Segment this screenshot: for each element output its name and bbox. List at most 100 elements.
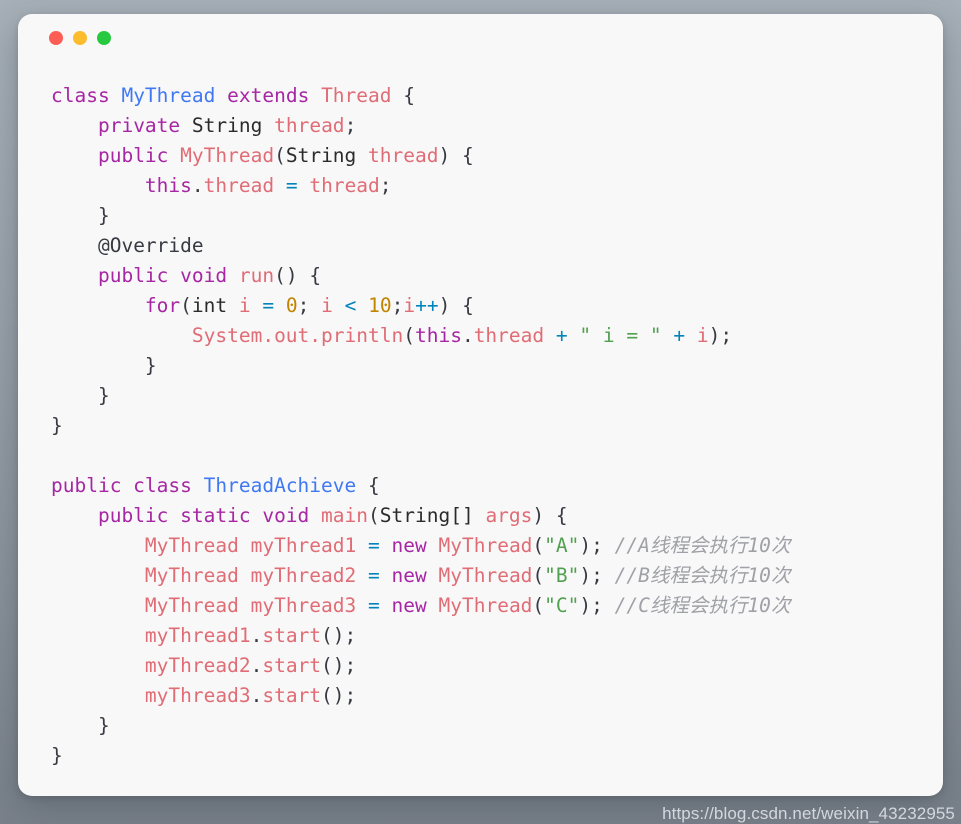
code-block[interactable]: class MyThread extends Thread { private … — [51, 81, 943, 771]
token-paren: ( — [368, 504, 380, 527]
token-operator: = — [262, 294, 275, 317]
token-operator: ++ — [415, 294, 439, 317]
code-line-19: myThread1.start(); — [51, 621, 943, 651]
token-type: String — [285, 144, 357, 167]
token-brace: { — [368, 474, 380, 497]
token-value: thread — [309, 174, 380, 197]
window-titlebar — [18, 14, 943, 62]
code-line-8: for(int i = 0; i < 10;i++) { — [51, 291, 943, 321]
code-line-5: } — [51, 201, 943, 231]
token-method-name: start — [262, 624, 322, 647]
token-type: MyThread — [144, 564, 239, 587]
token-keyword: public static void — [97, 504, 310, 527]
token-semicolon: ; — [379, 174, 392, 197]
token-keyword: public — [97, 144, 169, 167]
token-paren: ( — [532, 594, 545, 617]
token-brace: } — [51, 414, 63, 437]
code-line-20: myThread2.start(); — [51, 651, 943, 681]
token-keyword: public void — [97, 264, 228, 287]
token-operator: < — [344, 294, 357, 317]
token-field: thread — [203, 174, 275, 197]
token-brace: } — [97, 384, 110, 407]
code-line-23: } — [51, 741, 943, 771]
token-annotation: @Override — [97, 234, 204, 257]
code-line-7: public void run() { — [51, 261, 943, 291]
code-area[interactable]: class MyThread extends Thread { private … — [18, 62, 943, 771]
token-paren: ( — [532, 564, 545, 587]
token-brace: { — [462, 294, 474, 317]
code-line-9: System.out.println(this.thread + " i = "… — [51, 321, 943, 351]
token-variable: myThread3 — [144, 684, 251, 707]
watermark-url: https://blog.csdn.net/weixin_43232955 — [662, 804, 955, 823]
token-paren: ) — [708, 324, 721, 347]
token-paren: () — [274, 264, 298, 287]
token-field: thread — [473, 324, 545, 347]
token-operator: = — [368, 594, 380, 617]
token-operator: = — [285, 174, 298, 197]
token-semicolon: ; — [720, 324, 733, 347]
code-line-16: MyThread myThread1 = new MyThread("A"); … — [51, 531, 943, 561]
token-keyword: extends — [227, 84, 310, 107]
token-type: String[] — [379, 504, 474, 527]
token-paren: () — [321, 684, 345, 707]
token-keyword: for — [144, 294, 181, 317]
token-loop-var: i — [238, 294, 251, 317]
code-line-1: class MyThread extends Thread { — [51, 81, 943, 111]
token-keyword: new — [391, 594, 427, 617]
code-line-4: this.thread = thread; — [51, 171, 943, 201]
code-line-14: public class ThreadAchieve { — [51, 471, 943, 501]
code-line-3: public MyThread(String thread) { — [51, 141, 943, 171]
code-line-12: } — [51, 411, 943, 441]
token-type: MyThread — [144, 594, 239, 617]
token-constructor-name: MyThread — [180, 144, 275, 167]
token-keyword: this — [144, 174, 192, 197]
token-brace: { — [462, 144, 474, 167]
token-keyword: new — [391, 534, 427, 557]
token-paren: ( — [403, 324, 415, 347]
token-keyword: public class — [51, 474, 192, 497]
token-type: MyThread — [438, 564, 533, 587]
token-method-name: start — [262, 684, 322, 707]
token-operator: = — [368, 564, 380, 587]
token-method-name: run — [238, 264, 275, 287]
token-variable: myThread1 — [144, 624, 251, 647]
token-variable: myThread3 — [250, 594, 357, 617]
token-string: "C" — [544, 594, 580, 617]
token-semicolon: ; — [344, 624, 357, 647]
token-semicolon: ; — [391, 294, 404, 317]
token-brace: } — [97, 714, 110, 737]
token-dot: . — [250, 654, 263, 677]
maximize-window-dot[interactable] — [97, 31, 111, 45]
minimize-window-dot[interactable] — [73, 31, 87, 45]
token-paren: ) — [532, 504, 545, 527]
token-paren: ) — [579, 594, 592, 617]
token-paren: ( — [274, 144, 286, 167]
token-semicolon: ; — [344, 654, 357, 677]
token-semicolon: ; — [344, 684, 357, 707]
token-param: args — [485, 504, 533, 527]
code-line-18: MyThread myThread3 = new MyThread("C"); … — [51, 591, 943, 621]
token-method-name: start — [262, 654, 322, 677]
token-variable: myThread2 — [144, 654, 251, 677]
token-brace: } — [97, 204, 110, 227]
token-paren: () — [321, 654, 345, 677]
token-keyword: class — [51, 84, 110, 107]
code-line-11: } — [51, 381, 943, 411]
code-snippet-window: class MyThread extends Thread { private … — [18, 14, 943, 796]
token-loop-var: i — [696, 324, 709, 347]
code-line-17: MyThread myThread2 = new MyThread("B"); … — [51, 561, 943, 591]
token-brace: } — [51, 744, 63, 767]
token-type: String — [191, 114, 263, 137]
token-semicolon: ; — [344, 114, 357, 137]
token-paren: ) — [438, 294, 451, 317]
token-paren: ) — [438, 144, 451, 167]
token-loop-var: i — [403, 294, 416, 317]
token-brace: { — [555, 504, 568, 527]
close-window-dot[interactable] — [49, 31, 63, 45]
token-class-name: MyThread — [121, 84, 216, 107]
token-brace: { — [403, 84, 416, 107]
token-operator: + — [555, 324, 568, 347]
token-string: " i = " — [579, 324, 662, 347]
token-class-name: ThreadAchieve — [203, 474, 357, 497]
